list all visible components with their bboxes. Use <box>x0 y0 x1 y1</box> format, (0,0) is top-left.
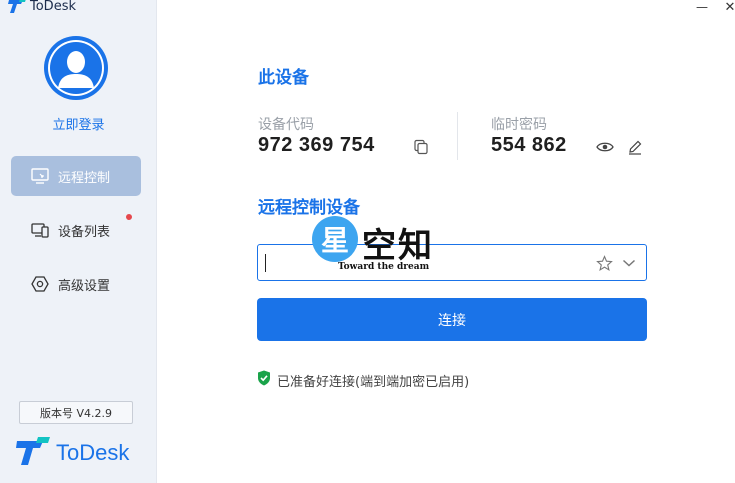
watermark-subtitle: Toward the dream <box>338 262 430 272</box>
minimize-button[interactable]: — <box>691 0 713 16</box>
user-silhouette-icon <box>48 40 104 96</box>
monitor-icon <box>31 167 49 185</box>
sidebar-item-label: 设备列表 <box>58 224 111 240</box>
sidebar-item-label: 远程控制 <box>58 170 111 186</box>
login-link[interactable]: 立即登录 <box>0 114 157 133</box>
notification-dot <box>126 214 132 220</box>
chevron-down-icon[interactable] <box>620 254 638 272</box>
sidebar-item-label: 高级设置 <box>58 278 111 294</box>
divider <box>457 112 458 160</box>
todesk-logo-icon <box>16 436 50 470</box>
minimize-icon: — <box>696 0 708 14</box>
sidebar-item-device-list[interactable]: 设备列表 <box>11 210 141 250</box>
connect-button[interactable]: 连接 <box>257 298 647 341</box>
this-device-title: 此设备 <box>258 68 309 88</box>
device-code-label: 设备代码 <box>258 117 314 133</box>
temp-password-label: 临时密码 <box>491 117 547 133</box>
close-icon: ✕ <box>724 0 735 15</box>
avatar[interactable] <box>44 36 108 100</box>
device-code: 972 369 754 <box>258 134 375 156</box>
sidebar-item-advanced-settings[interactable]: 高级设置 <box>11 264 141 304</box>
sidebar: ToDesk 立即登录 远程控制 设备列表 高级设置 版本号 V4.2.9 To… <box>0 0 157 483</box>
close-button[interactable]: ✕ <box>719 0 735 16</box>
title-bar: ToDesk <box>8 0 76 15</box>
shield-check-icon <box>257 370 271 390</box>
todesk-logo-icon <box>8 0 26 14</box>
sidebar-item-remote-control[interactable]: 远程控制 <box>11 156 141 196</box>
status-text: 已准备好连接(端到端加密已启用) <box>277 374 470 390</box>
watermark-logo: 星 <box>312 216 358 262</box>
watermark-text: 空知 <box>362 226 434 266</box>
edit-icon[interactable] <box>626 138 644 156</box>
watermark: 星 空知 Toward the dream <box>312 212 452 276</box>
settings-hex-icon <box>31 275 49 293</box>
eye-icon[interactable] <box>596 138 614 156</box>
window-title: ToDesk <box>30 0 76 14</box>
copy-icon[interactable] <box>412 138 430 156</box>
star-icon[interactable] <box>595 254 613 272</box>
connection-status: 已准备好连接(端到端加密已启用) <box>257 370 469 390</box>
text-caret <box>265 254 266 272</box>
devices-icon <box>31 221 49 239</box>
version-badge: 版本号 V4.2.9 <box>19 401 133 424</box>
brand: ToDesk <box>16 436 129 470</box>
brand-name: ToDesk <box>56 440 130 465</box>
temp-password: 554 862 <box>491 134 567 156</box>
